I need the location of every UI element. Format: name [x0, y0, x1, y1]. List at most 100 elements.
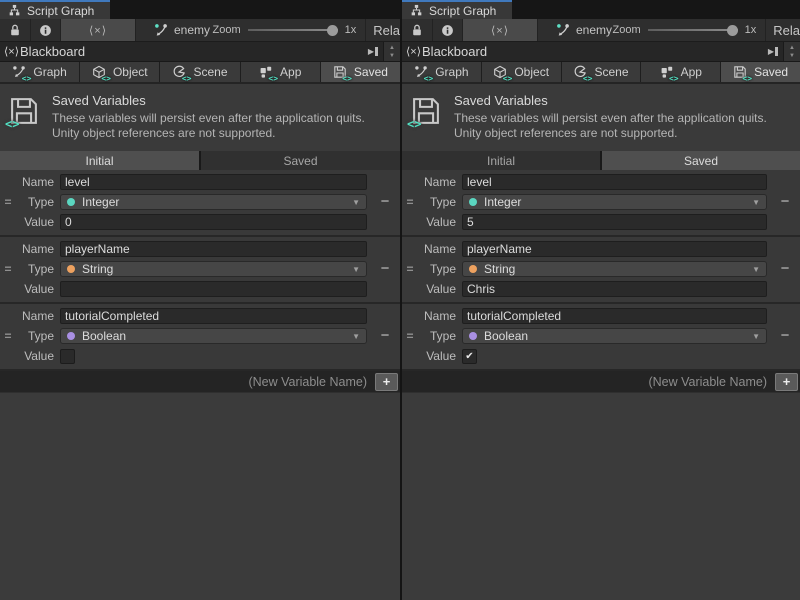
- zoom-slider-track: [648, 29, 738, 31]
- remove-variable-button[interactable]: −: [770, 262, 800, 276]
- lock-button[interactable]: [0, 19, 31, 41]
- variable-name-input[interactable]: level: [60, 174, 367, 190]
- variable-type-dropdown[interactable]: Boolean ▼: [60, 328, 367, 344]
- app-tab-icon: <>: [259, 65, 274, 79]
- drag-handle[interactable]: =: [0, 329, 16, 343]
- lock-icon: [8, 23, 22, 37]
- tab-app[interactable]: <> App: [241, 62, 320, 82]
- tab-object[interactable]: <> Object: [482, 62, 561, 82]
- tab-scene[interactable]: <> Scene: [562, 62, 641, 82]
- variable-type-dropdown[interactable]: Boolean ▼: [462, 328, 767, 344]
- blackboard-empty-area: [402, 392, 800, 600]
- info-button[interactable]: [31, 19, 61, 41]
- zoom-slider[interactable]: [248, 19, 338, 41]
- zoom-control: Zoom 1x: [613, 19, 757, 41]
- variable-value-input[interactable]: 0: [60, 214, 367, 230]
- drag-handle[interactable]: =: [402, 195, 418, 209]
- type-label: Type: [418, 329, 462, 343]
- window-tab-bar: Script Graph: [0, 0, 400, 19]
- variable-name-input[interactable]: tutorialCompleted: [462, 308, 767, 324]
- drag-handle[interactable]: =: [402, 262, 418, 276]
- subtab-saved[interactable]: Saved: [201, 151, 400, 170]
- add-variable-button[interactable]: +: [775, 373, 798, 391]
- zoom-slider-knob[interactable]: [727, 25, 738, 36]
- info-button[interactable]: [433, 19, 463, 41]
- scroll-up-icon[interactable]: ▲: [389, 44, 395, 52]
- code-badge-icon: <>: [22, 74, 32, 83]
- tab-script-graph[interactable]: Script Graph: [0, 0, 110, 19]
- variable-type-dropdown[interactable]: String ▼: [462, 261, 767, 277]
- tab-graph[interactable]: <> Graph: [0, 62, 79, 82]
- remove-variable-button[interactable]: −: [770, 195, 800, 209]
- name-label: Name: [16, 242, 60, 256]
- subtab-initial[interactable]: Initial: [0, 151, 199, 170]
- tab-script-graph[interactable]: Script Graph: [402, 0, 512, 19]
- graph-ref-icon: ⟨×⟩: [491, 24, 509, 37]
- add-variable-button[interactable]: +: [375, 373, 398, 391]
- remove-variable-button[interactable]: −: [370, 195, 400, 209]
- tab-app[interactable]: <> App: [641, 62, 720, 82]
- subtab-saved[interactable]: Saved: [602, 151, 800, 170]
- graph-breadcrumb[interactable]: enemy: [154, 19, 210, 41]
- scroll-down-icon[interactable]: ▼: [789, 52, 795, 60]
- tab-scene[interactable]: <> Scene: [160, 62, 239, 82]
- chevron-down-icon: ▼: [352, 265, 360, 274]
- name-label: Name: [418, 309, 462, 323]
- scroll-up-icon[interactable]: ▲: [789, 44, 795, 52]
- tab-graph[interactable]: <> Graph: [402, 62, 481, 82]
- graph-inspector-toggle[interactable]: ⟨×⟩: [61, 19, 136, 41]
- scroll-arrows[interactable]: ▲▼: [383, 42, 400, 61]
- type-label: Type: [16, 262, 60, 276]
- app-tab-icon: <>: [660, 65, 675, 79]
- drag-handle[interactable]: =: [0, 195, 16, 209]
- remove-variable-button[interactable]: −: [370, 329, 400, 343]
- variable-name-input[interactable]: tutorialCompleted: [60, 308, 367, 324]
- tab-object[interactable]: <> Object: [80, 62, 159, 82]
- remove-variable-button[interactable]: −: [770, 329, 800, 343]
- variable-name-input[interactable]: playerName: [60, 241, 367, 257]
- code-badge-icon: <>: [424, 74, 434, 83]
- variable-type-dropdown[interactable]: Integer ▼: [60, 194, 367, 210]
- dock-icon[interactable]: ▶: [768, 47, 778, 56]
- tab-saved[interactable]: <> Saved: [721, 62, 800, 82]
- type-value: String: [82, 262, 113, 276]
- dock-icon[interactable]: ▶: [368, 47, 378, 56]
- new-variable-input[interactable]: (New Variable Name): [248, 375, 375, 389]
- scroll-arrows[interactable]: ▲▼: [783, 42, 800, 61]
- variable-row-playerName: Name playerName = Type String ▼ − Value …: [402, 237, 800, 304]
- relations-button[interactable]: Rela: [766, 19, 800, 41]
- drag-handle[interactable]: =: [402, 329, 418, 343]
- variable-row-playerName: Name playerName = Type String ▼ − Value: [0, 237, 400, 304]
- zoom-label: Zoom: [613, 24, 641, 36]
- variable-value-input[interactable]: [60, 281, 367, 297]
- variable-value-input[interactable]: 5: [462, 214, 767, 230]
- zoom-value: 1x: [345, 24, 357, 36]
- subtab-initial[interactable]: Initial: [402, 151, 600, 170]
- remove-variable-button[interactable]: −: [370, 262, 400, 276]
- relations-button[interactable]: Rela: [366, 19, 400, 41]
- name-label: Name: [16, 309, 60, 323]
- zoom-slider-knob[interactable]: [327, 25, 338, 36]
- variable-value-checkbox[interactable]: ✔: [462, 349, 477, 364]
- zoom-slider[interactable]: [648, 19, 738, 41]
- lock-button[interactable]: [402, 19, 433, 41]
- variable-type-dropdown[interactable]: String ▼: [60, 261, 367, 277]
- variable-value-checkbox[interactable]: [60, 349, 75, 364]
- info-line-2: Unity object references are not supporte…: [52, 126, 365, 141]
- variable-name-input[interactable]: level: [462, 174, 767, 190]
- graph-breadcrumb[interactable]: enemy: [556, 19, 612, 41]
- new-variable-input[interactable]: (New Variable Name): [648, 375, 775, 389]
- variable-type-dropdown[interactable]: Integer ▼: [462, 194, 767, 210]
- scroll-down-icon[interactable]: ▼: [389, 52, 395, 60]
- drag-handle[interactable]: =: [0, 262, 16, 276]
- code-badge-icon: <>: [182, 74, 192, 83]
- tab-title: Script Graph: [429, 4, 496, 18]
- value-label: Value: [418, 215, 462, 229]
- variable-name-input[interactable]: playerName: [462, 241, 767, 257]
- code-badge-icon: <>: [407, 117, 421, 131]
- name-label: Name: [418, 242, 462, 256]
- variable-value-input[interactable]: Chris: [462, 281, 767, 297]
- tab-saved[interactable]: <> Saved: [321, 62, 400, 82]
- type-color-dot: [469, 198, 477, 206]
- graph-inspector-toggle[interactable]: ⟨×⟩: [463, 19, 538, 41]
